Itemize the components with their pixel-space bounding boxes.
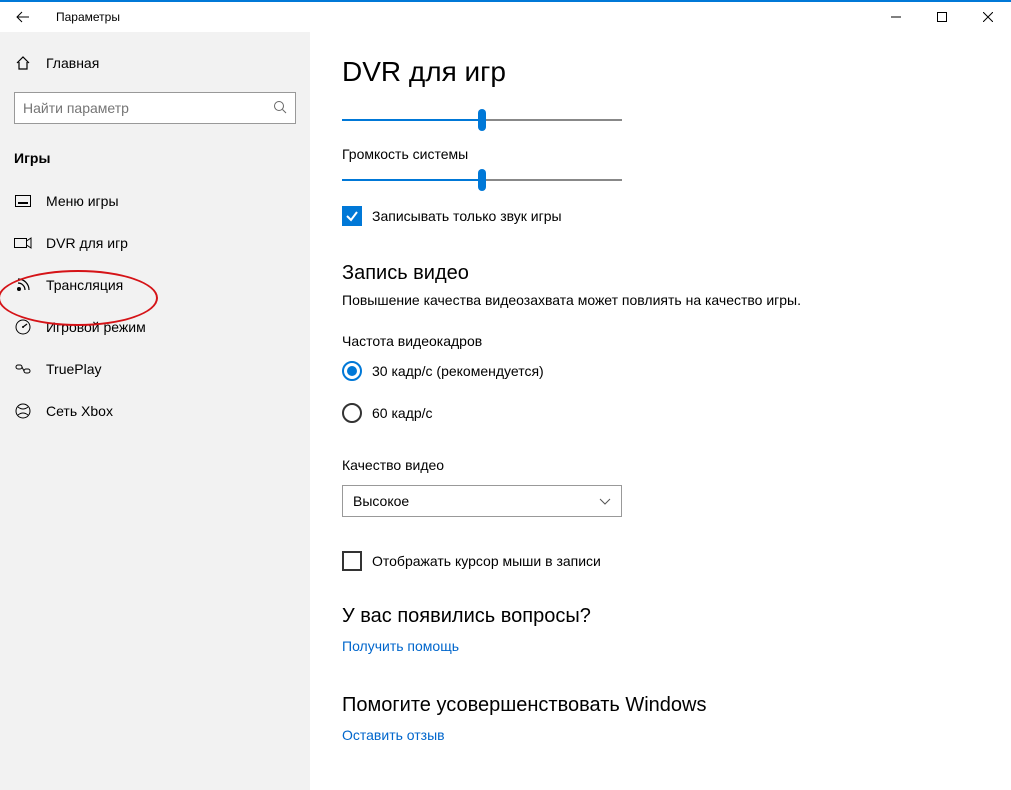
feedback-link[interactable]: Оставить отзыв [342, 727, 445, 743]
radio-label: 60 кадр/с [372, 405, 433, 421]
titlebar: Параметры [0, 2, 1011, 32]
trueplay-icon [14, 360, 32, 378]
checkbox-label: Записывать только звук игры [372, 208, 562, 224]
search-box[interactable] [14, 92, 296, 124]
radio-label: 30 кадр/с (рекомендуется) [372, 363, 544, 379]
video-record-heading: Запись видео [342, 262, 979, 285]
chevron-down-icon [599, 493, 611, 509]
sidebar-item-game-menu[interactable]: Меню игры [0, 180, 310, 222]
arrow-left-icon [16, 10, 30, 24]
questions-heading: У вас появились вопросы? [342, 605, 979, 628]
slider-thumb[interactable] [478, 109, 486, 131]
back-button[interactable] [8, 2, 38, 32]
sidebar-item-broadcast[interactable]: Трансляция [0, 264, 310, 306]
sidebar-section-header: Игры [0, 142, 310, 180]
sidebar-item-label: Меню игры [46, 193, 119, 209]
fps-60-radio[interactable]: 60 кадр/с [342, 403, 979, 423]
check-icon [345, 209, 359, 223]
sidebar-item-label: Трансляция [46, 277, 123, 293]
slider-system-volume[interactable] [342, 168, 622, 192]
sidebar-item-label: TruePlay [46, 361, 102, 377]
home-link[interactable]: Главная [0, 44, 310, 82]
checkbox-label: Отображать курсор мыши в записи [372, 553, 601, 569]
dvr-icon [14, 234, 32, 252]
content-area: DVR для игр Громкость системы Записывать… [310, 32, 1011, 790]
quality-select[interactable]: Высокое [342, 485, 622, 517]
close-icon [983, 12, 993, 22]
sidebar-item-label: Игровой режим [46, 319, 146, 335]
sidebar-item-xbox-network[interactable]: Сеть Xbox [0, 390, 310, 432]
sidebar: Главная Игры Меню игры DVR для игр [0, 32, 310, 790]
get-help-link[interactable]: Получить помощь [342, 638, 459, 654]
maximize-icon [937, 12, 947, 22]
home-icon [14, 54, 32, 72]
feedback-heading: Помогите усовершенствовать Windows [342, 694, 979, 717]
maximize-button[interactable] [919, 2, 965, 32]
system-volume-label: Громкость системы [342, 146, 979, 162]
search-input[interactable] [23, 100, 273, 116]
gauge-icon [14, 318, 32, 336]
slider-1[interactable] [342, 108, 622, 132]
sidebar-item-label: DVR для игр [46, 235, 128, 251]
xbox-icon [14, 402, 32, 420]
record-game-audio-only-checkbox[interactable] [342, 206, 362, 226]
home-label: Главная [46, 55, 99, 71]
radio-button[interactable] [342, 403, 362, 423]
framerate-label: Частота видеокадров [342, 333, 979, 349]
sidebar-item-dvr[interactable]: DVR для игр [0, 222, 310, 264]
minimize-button[interactable] [873, 2, 919, 32]
game-bar-icon [14, 192, 32, 210]
sidebar-item-label: Сеть Xbox [46, 403, 113, 419]
minimize-icon [891, 12, 901, 22]
window-title: Параметры [56, 10, 120, 24]
select-value: Высокое [353, 493, 409, 509]
sidebar-item-game-mode[interactable]: Игровой режим [0, 306, 310, 348]
video-record-desc: Повышение качества видеозахвата может по… [342, 291, 802, 311]
close-button[interactable] [965, 2, 1011, 32]
broadcast-icon [14, 276, 32, 294]
slider-thumb[interactable] [478, 169, 486, 191]
page-title: DVR для игр [342, 56, 979, 88]
radio-button[interactable] [342, 361, 362, 381]
quality-label: Качество видео [342, 457, 979, 473]
search-icon [273, 100, 287, 117]
sidebar-item-trueplay[interactable]: TruePlay [0, 348, 310, 390]
show-cursor-checkbox[interactable] [342, 551, 362, 571]
fps-30-radio[interactable]: 30 кадр/с (рекомендуется) [342, 361, 979, 381]
